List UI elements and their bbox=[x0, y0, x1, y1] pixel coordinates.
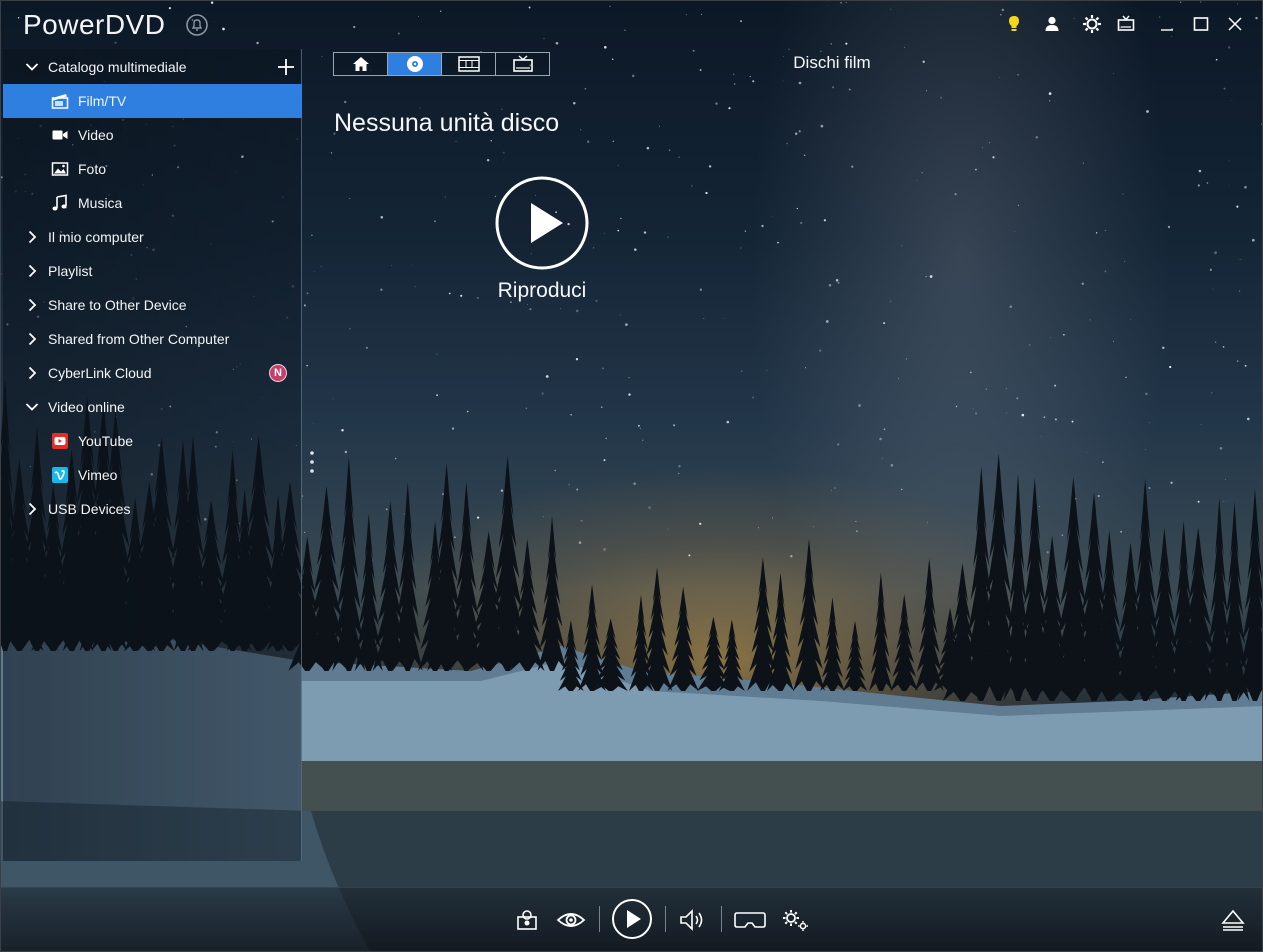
divider bbox=[665, 906, 666, 932]
chevron-down-icon bbox=[25, 63, 39, 71]
film-strip-icon bbox=[457, 56, 480, 72]
chevron-right-icon bbox=[28, 264, 37, 278]
sidebar-section-label: USB Devices bbox=[48, 501, 131, 517]
vimeo-icon bbox=[52, 467, 68, 483]
film-icon bbox=[51, 94, 69, 109]
sidebar-section-label: Il mio computer bbox=[48, 229, 144, 245]
close-icon[interactable] bbox=[1222, 11, 1248, 37]
sidebar-section-label: Playlist bbox=[48, 263, 93, 279]
sidebar-section-usb-devices[interactable]: USB Devices bbox=[3, 492, 302, 526]
play-label[interactable]: Riproduci bbox=[471, 279, 613, 303]
tab-film[interactable] bbox=[442, 53, 496, 75]
vr-headset-icon[interactable] bbox=[733, 906, 767, 934]
lightbulb-icon[interactable] bbox=[1001, 11, 1027, 37]
sidebar-section-label: Shared from Other Computer bbox=[48, 331, 230, 347]
sidebar-section-label: Catalogo multimediale bbox=[48, 59, 187, 75]
youtube-icon bbox=[52, 433, 68, 449]
divider bbox=[599, 906, 600, 932]
app-title: PowerDVD bbox=[23, 9, 166, 40]
tab-disc[interactable] bbox=[388, 53, 442, 75]
sidebar-item-film-tv[interactable]: Film/TV bbox=[3, 84, 302, 118]
sidebar-section-label: Video online bbox=[48, 399, 125, 415]
sidebar-item-vimeo[interactable]: Vimeo bbox=[3, 458, 302, 492]
minimize-icon[interactable] bbox=[1154, 11, 1180, 37]
play-disc-button[interactable] bbox=[495, 176, 589, 270]
settings-gears-icon[interactable] bbox=[779, 905, 811, 935]
video-camera-icon bbox=[52, 130, 68, 140]
powerdvd-window: PowerDVD Catalogo multimediale Film/TV V… bbox=[0, 0, 1263, 952]
tv-icon bbox=[512, 55, 533, 72]
sidebar-section-cyberlink-cloud[interactable]: CyberLink Cloud N bbox=[3, 356, 302, 390]
sidebar-section-shared-from-other-computer[interactable]: Shared from Other Computer bbox=[3, 322, 302, 356]
divider bbox=[721, 906, 722, 932]
sidebar-section-catalogo[interactable]: Catalogo multimediale bbox=[3, 50, 302, 84]
music-note-icon bbox=[52, 194, 67, 211]
disc-icon bbox=[406, 56, 423, 72]
chevron-right-icon bbox=[28, 366, 37, 380]
volume-icon[interactable] bbox=[677, 906, 707, 934]
tab-tv[interactable] bbox=[496, 53, 549, 75]
sidebar-item-musica[interactable]: Musica bbox=[3, 186, 302, 220]
settings-icon[interactable] bbox=[1079, 11, 1105, 37]
home-icon bbox=[352, 57, 369, 71]
sidebar-item-label: Video bbox=[78, 127, 114, 143]
sidebar-section-share-to-other-device[interactable]: Share to Other Device bbox=[3, 288, 302, 322]
mode-tabs bbox=[333, 52, 550, 76]
sidebar-item-label: YouTube bbox=[78, 433, 134, 449]
sidebar-section-playlist[interactable]: Playlist bbox=[3, 254, 302, 288]
chevron-down-icon bbox=[25, 403, 39, 411]
tv-mode-icon[interactable] bbox=[1113, 11, 1139, 37]
add-media-button[interactable] bbox=[277, 58, 295, 76]
new-badge: N bbox=[269, 364, 287, 382]
sidebar-section-video-online[interactable]: Video online bbox=[3, 390, 302, 424]
photo-icon bbox=[51, 162, 69, 176]
chevron-right-icon bbox=[28, 230, 37, 244]
sidebar-item-label: Musica bbox=[78, 195, 123, 211]
sidebar-item-youtube[interactable]: YouTube bbox=[3, 424, 302, 458]
snapshot-icon[interactable] bbox=[513, 906, 541, 934]
chevron-right-icon bbox=[28, 502, 37, 516]
sidebar-item-label: Vimeo bbox=[78, 467, 118, 483]
sidebar-item-label: Film/TV bbox=[78, 93, 127, 109]
user-icon[interactable] bbox=[1039, 11, 1065, 37]
sidebar-item-video[interactable]: Video bbox=[3, 118, 302, 152]
sidebar-resize-handle-icon[interactable] bbox=[309, 449, 315, 475]
no-disc-message: Nessuna unità disco bbox=[334, 109, 560, 137]
sidebar-section-il-mio-computer[interactable]: Il mio computer bbox=[3, 220, 302, 254]
eject-icon[interactable] bbox=[1219, 906, 1247, 934]
chevron-right-icon bbox=[28, 298, 37, 312]
play-icon[interactable] bbox=[611, 898, 653, 940]
sidebar: Catalogo multimediale Film/TV Video Foto… bbox=[3, 49, 302, 861]
maximize-icon[interactable] bbox=[1188, 11, 1214, 37]
sidebar-item-foto[interactable]: Foto bbox=[3, 152, 302, 186]
notification-bell-icon[interactable] bbox=[185, 13, 209, 37]
section-title: Dischi film bbox=[793, 53, 871, 72]
sidebar-section-label: CyberLink Cloud bbox=[48, 365, 152, 381]
sidebar-item-label: Foto bbox=[78, 161, 107, 177]
chevron-right-icon bbox=[28, 332, 37, 346]
tab-home[interactable] bbox=[334, 53, 388, 75]
eye-icon[interactable] bbox=[555, 906, 587, 934]
sidebar-section-label: Share to Other Device bbox=[48, 297, 187, 313]
